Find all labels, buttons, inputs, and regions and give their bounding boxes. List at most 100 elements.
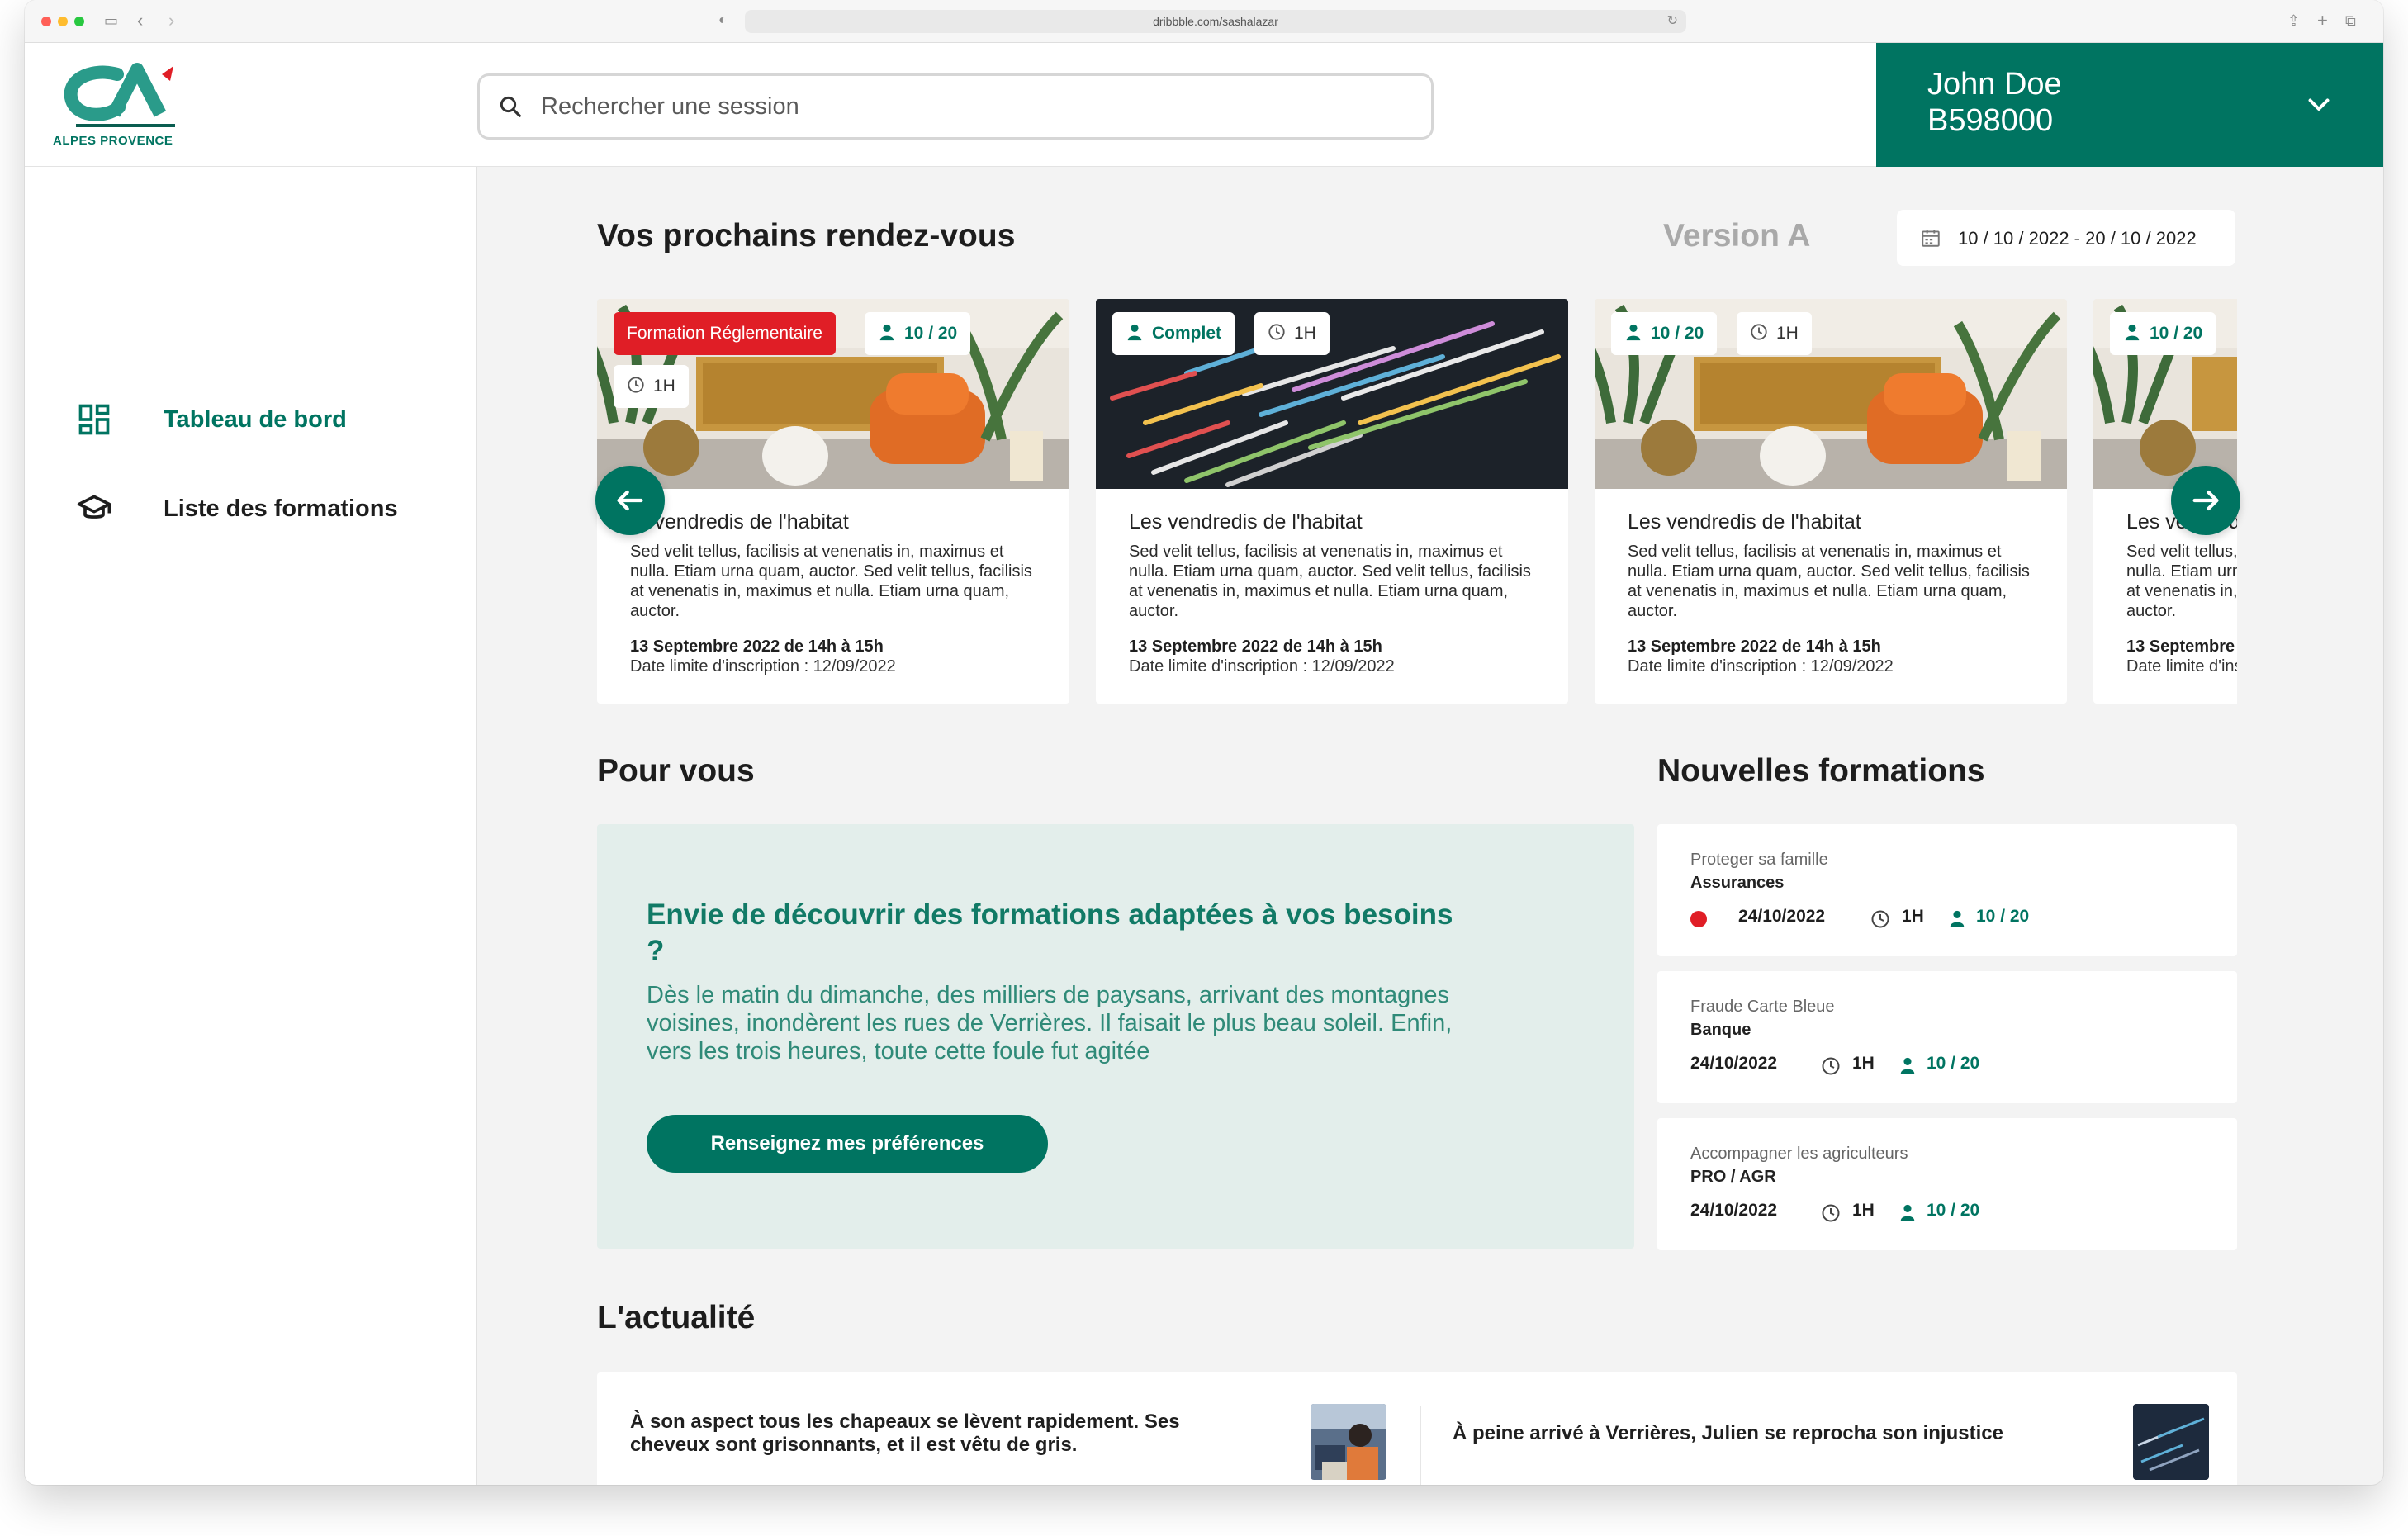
training-duration: 1H <box>1902 907 1924 926</box>
new-training-item[interactable]: Proteger sa famille Assurances 24/10/202… <box>1657 824 2237 956</box>
search-box[interactable] <box>477 73 1434 140</box>
ca-logo-mark <box>64 63 175 127</box>
forward-icon[interactable]: › <box>168 10 174 31</box>
training-title: Fraude Carte Bleue <box>1690 998 1835 1016</box>
card-description: Sed velit tellus, facilisis at venenatis… <box>2126 543 2237 620</box>
back-icon[interactable]: ‹ <box>137 10 143 31</box>
card-date: 13 Septembre 2022 de 14h à 15h <box>630 638 884 656</box>
section-title-appointments: Vos prochains rendez-vous <box>597 218 1016 254</box>
regulatory-training-badge: Formation Réglementaire <box>614 312 836 355</box>
address-bar[interactable]: dribbble.com/sashalazar ↻ <box>745 10 1686 33</box>
seats-badge: 10 / 20 <box>1611 312 1718 355</box>
brand-name: ALPES PROVENCE <box>53 134 173 148</box>
card-date: 13 Septembre 2022 de 14h à 15h <box>1628 638 1881 656</box>
date-to: 20 / 10 / 2022 <box>2085 228 2197 249</box>
news-item-text[interactable]: À son aspect tous les chapeaux se lèvent… <box>630 1410 1225 1457</box>
carousel-prev-button[interactable] <box>595 466 665 535</box>
user-icon <box>1626 325 1641 341</box>
news-divider <box>1420 1406 1421 1485</box>
card-description: Sed velit tellus, facilisis at venenatis… <box>1129 543 1531 620</box>
full-text: Complet <box>1152 324 1221 343</box>
url-text: dribbble.com/sashalazar <box>1153 15 1278 28</box>
alert-dot-icon <box>1690 911 1707 927</box>
browser-window: ▭ ‹ › ◐ dribbble.com/sashalazar ↻ ⇪ + ⧉ … <box>25 0 2383 1485</box>
minimize-window-button[interactable] <box>58 17 68 26</box>
user-icon <box>2125 325 2140 341</box>
news-thumbnail[interactable] <box>1311 1404 1386 1480</box>
close-window-button[interactable] <box>41 17 51 26</box>
sidebar-toggle-icon[interactable]: ▭ <box>104 10 118 31</box>
date-from: 10 / 10 / 2022 <box>1958 228 2069 249</box>
training-seats: 10 / 20 <box>1976 907 2030 926</box>
arrow-left-icon <box>617 490 643 511</box>
share-icon[interactable]: ⇪ <box>2287 10 2300 31</box>
arrow-right-icon <box>2192 490 2219 511</box>
app-header: ALPES PROVENCE John Doe B598000 <box>25 43 2383 167</box>
training-date: 24/10/2022 <box>1690 1054 1778 1073</box>
sidebar-item-dashboard[interactable]: Tableau de bord <box>76 398 373 439</box>
duration-text: 1H <box>1294 324 1316 343</box>
user-icon <box>1127 325 1142 341</box>
training-title: Accompagner les agriculteurs <box>1690 1145 1908 1163</box>
sidebar: Tableau de bord Liste des formations <box>25 167 477 1485</box>
user-icon <box>1900 1204 1915 1221</box>
seats-badge: 10 / 20 <box>865 312 971 355</box>
date-range-picker[interactable]: 10 / 10 / 2022 - 20 / 10 / 2022 <box>1897 210 2235 266</box>
full-badge: Complet <box>1112 312 1235 355</box>
graduation-cap-icon <box>77 495 111 519</box>
zoom-window-button[interactable] <box>74 17 84 26</box>
user-icon <box>879 325 894 341</box>
seats-text: 10 / 20 <box>2150 324 2203 343</box>
carousel-next-button[interactable] <box>2171 466 2240 535</box>
card-title: Les vendredis de l'habitat <box>1628 510 1861 533</box>
new-tab-icon[interactable]: + <box>2317 10 2328 31</box>
card-description: Sed velit tellus, facilisis at venenatis… <box>630 543 1032 620</box>
chevron-down-icon[interactable] <box>2304 89 2334 119</box>
training-category: Assurances <box>1690 874 1785 892</box>
privacy-shield-icon: ◐ <box>718 13 727 27</box>
promo-title: Envie de découvrir des formations adapté… <box>647 898 1453 967</box>
new-training-item[interactable]: Accompagner les agriculteurs PRO / AGR 2… <box>1657 1118 2237 1250</box>
dashboard-icon <box>78 404 110 435</box>
duration-text: 1H <box>653 377 675 396</box>
news-list: À son aspect tous les chapeaux se lèvent… <box>597 1372 2237 1485</box>
recommendation-banner: Envie de découvrir des formations adapté… <box>597 824 1634 1249</box>
clock-icon <box>1751 324 1767 341</box>
card-deadline: Date limite d'inscription : 12/09/2022 <box>1628 657 1894 676</box>
clock-icon <box>1871 910 1889 928</box>
card-date: 13 Septembre 2022 de 14h à 15h <box>2126 638 2237 656</box>
tabs-overview-icon[interactable]: ⧉ <box>2345 10 2356 31</box>
training-date: 24/10/2022 <box>1690 1201 1778 1220</box>
training-duration: 1H <box>1852 1054 1875 1073</box>
sidebar-item-label: Tableau de bord <box>164 406 347 433</box>
user-id: B598000 <box>1927 103 2054 138</box>
reload-icon[interactable]: ↻ <box>1667 10 1678 33</box>
news-item-text[interactable]: À peine arrivé à Verrières, Julien se re… <box>1453 1422 2080 1445</box>
new-training-item[interactable]: Fraude Carte Bleue Banque 24/10/2022 1H … <box>1657 971 2237 1103</box>
user-menu[interactable]: John Doe B598000 <box>1876 43 2383 167</box>
training-title: Proteger sa famille <box>1690 851 1828 869</box>
preferences-button[interactable]: Renseignez mes préférences <box>647 1115 1048 1173</box>
appointment-card[interactable]: Complet 1H Les vendredis de l'habitat Se… <box>1096 299 1568 704</box>
section-title-news: L'actualité <box>597 1300 756 1335</box>
seats-text: 10 / 20 <box>1651 324 1704 343</box>
section-title-for-you: Pour vous <box>597 753 755 789</box>
card-deadline: Date limite d'inscription : 12/09/2022 <box>2126 657 2237 676</box>
search-input[interactable] <box>541 88 1416 126</box>
main-content: Vos prochains rendez-vous Version A 10 /… <box>478 167 2383 1485</box>
card-deadline: Date limite d'inscription : 12/09/2022 <box>1129 657 1395 676</box>
user-icon <box>1950 910 1965 927</box>
sidebar-item-label: Liste des formations <box>164 495 398 522</box>
sidebar-item-trainings[interactable]: Liste des formations <box>76 487 406 529</box>
version-label: Version A <box>1663 218 1811 254</box>
appointment-card[interactable]: Formation Réglementaire 10 / 20 1H es ve… <box>597 299 1069 704</box>
training-category: Banque <box>1690 1021 1751 1039</box>
appointments-carousel: Formation Réglementaire 10 / 20 1H es ve… <box>597 299 2237 707</box>
news-thumbnail[interactable] <box>2133 1404 2209 1480</box>
clock-icon <box>1268 324 1285 341</box>
calendar-icon <box>1922 230 1940 247</box>
training-seats: 10 / 20 <box>1927 1201 1980 1220</box>
user-name: John Doe <box>1927 67 2062 102</box>
appointment-card[interactable]: 10 / 20 1H Les vendredis de l'habitat Se… <box>1595 299 2067 704</box>
brand-logo[interactable]: ALPES PROVENCE <box>53 59 210 150</box>
